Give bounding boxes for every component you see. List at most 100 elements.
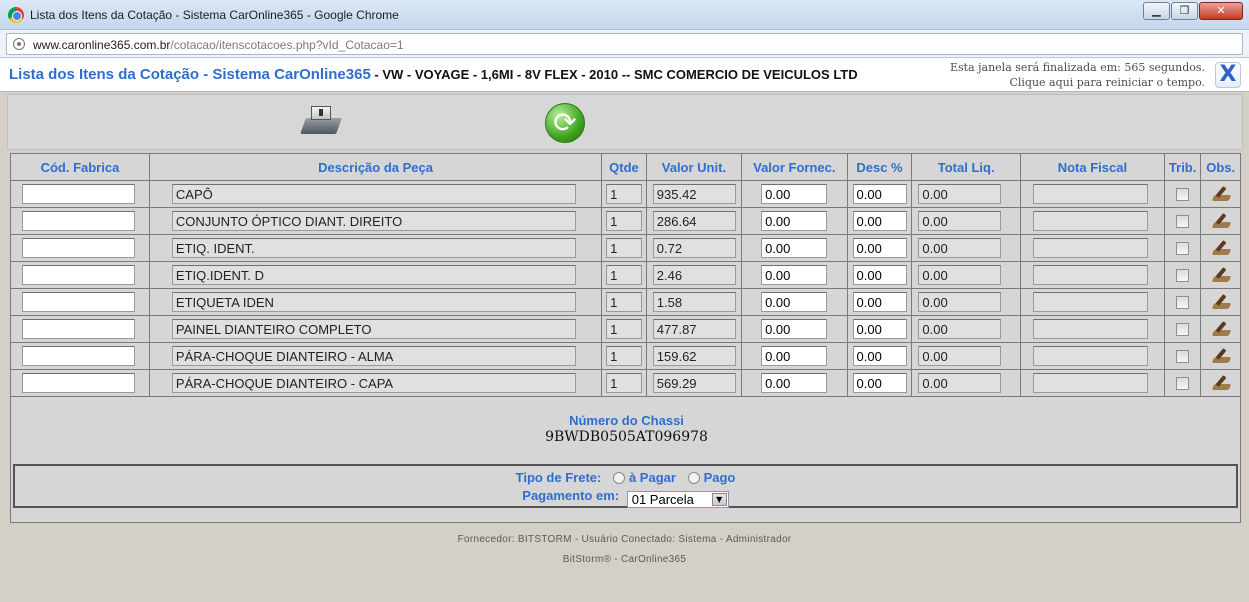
descricao-field: CONJUNTO ÓPTICO DIANT. DIREITO [171, 211, 576, 231]
table-row: ETIQ. IDENT. 1 0.72 0.00 0.00 0.00 [10, 234, 1241, 262]
cod-fabrica-input[interactable] [22, 211, 135, 231]
col-total-liq: Total Liq. [911, 153, 1021, 181]
valor-fornec-input[interactable]: 0.00 [761, 346, 828, 366]
col-valor-unit: Valor Unit. [645, 153, 743, 181]
window-close-button[interactable]: ✕ [1199, 2, 1243, 20]
trib-checkbox[interactable] [1176, 187, 1190, 201]
nota-fiscal-field [1032, 238, 1148, 258]
col-valor-fornec: Valor Fornec. [741, 153, 848, 181]
valor-fornec-input[interactable]: 0.00 [761, 211, 828, 231]
table-row: PÁRA-CHOQUE DIANTEIRO - ALMA 1 159.62 0.… [10, 342, 1241, 370]
descricao-field: PAINEL DIANTEIRO COMPLETO [171, 319, 576, 339]
valor-fornec-input[interactable]: 0.00 [761, 265, 828, 285]
obs-edit-icon[interactable] [1210, 374, 1232, 392]
total-liq-field: 0.00 [918, 265, 1002, 285]
obs-edit-icon[interactable] [1210, 212, 1232, 230]
desc-pct-input[interactable]: 0.00 [852, 319, 907, 339]
nota-fiscal-field [1032, 319, 1148, 339]
session-timer[interactable]: Esta janela será finalizada em: 565 segu… [950, 60, 1205, 90]
minimize-button[interactable]: ▁ [1143, 2, 1170, 20]
nota-fiscal-field [1032, 292, 1148, 312]
refresh-icon[interactable] [545, 103, 585, 143]
nota-fiscal-field [1032, 184, 1148, 204]
window-titlebar: Lista dos Itens da Cotação - Sistema Car… [0, 0, 1249, 30]
valor-unit-field: 0.72 [652, 238, 736, 258]
valor-fornec-input[interactable]: 0.00 [761, 184, 828, 204]
obs-edit-icon[interactable] [1210, 293, 1232, 311]
col-nota-fiscal: Nota Fiscal [1019, 153, 1165, 181]
frete-pago-radio[interactable] [687, 472, 700, 484]
qtde-field: 1 [606, 373, 643, 393]
descricao-field: CAPÔ [171, 184, 576, 204]
descricao-field: PÁRA-CHOQUE DIANTEIRO - CAPA [171, 373, 576, 393]
cod-fabrica-input[interactable] [22, 346, 135, 366]
url-text[interactable]: www.caronline365.com.br/cotacao/itenscot… [33, 38, 404, 52]
valor-fornec-input[interactable]: 0.00 [761, 373, 828, 393]
obs-edit-icon[interactable] [1210, 266, 1232, 284]
total-liq-field: 0.00 [918, 319, 1002, 339]
desc-pct-input[interactable]: 0.00 [852, 184, 907, 204]
items-table-container: Cód. Fabrica Descrição da Peça Qtde Valo… [10, 153, 1241, 397]
page-info-icon[interactable] [13, 38, 25, 50]
toolbar [7, 94, 1243, 150]
desc-pct-input[interactable]: 0.00 [852, 211, 907, 231]
col-qtde: Qtde [601, 153, 647, 181]
obs-edit-icon[interactable] [1210, 239, 1232, 257]
valor-fornec-input[interactable]: 0.00 [761, 238, 828, 258]
save-icon[interactable] [299, 104, 343, 140]
total-liq-field: 0.00 [918, 211, 1002, 231]
frete-a-pagar-label[interactable]: à Pagar [629, 470, 676, 485]
cod-fabrica-input[interactable] [22, 319, 135, 339]
chevron-down-icon[interactable]: ▼ [711, 493, 727, 506]
desc-pct-input[interactable]: 0.00 [852, 373, 907, 393]
col-descricao: Descrição da Peça [148, 153, 603, 181]
chassi-value: 9BWDB0505AT096978 [545, 429, 708, 445]
col-cod-fabrica: Cód. Fabrica [10, 153, 150, 181]
obs-edit-icon[interactable] [1210, 320, 1232, 338]
valor-fornec-input[interactable]: 0.00 [761, 292, 828, 312]
nota-fiscal-field [1032, 265, 1148, 285]
frete-box: Tipo de Frete: à Pagar Pago Pagamento em… [13, 464, 1238, 508]
chassi-label: Número do Chassi [569, 413, 684, 428]
vehicle-info: - VW - VOYAGE - 1,6MI - 8V FLEX - 2010 -… [370, 67, 858, 82]
obs-edit-icon[interactable] [1210, 185, 1232, 203]
omnibox[interactable]: www.caronline365.com.br/cotacao/itenscot… [6, 33, 1243, 55]
qtde-field: 1 [606, 211, 643, 231]
desc-pct-input[interactable]: 0.00 [852, 292, 907, 312]
cod-fabrica-input[interactable] [22, 373, 135, 393]
timer-restart-link[interactable]: Clique aqui para reiniciar o tempo. [950, 75, 1205, 90]
qtde-field: 1 [606, 184, 643, 204]
trib-checkbox[interactable] [1176, 322, 1190, 336]
desc-pct-input[interactable]: 0.00 [852, 238, 907, 258]
qtde-field: 1 [606, 319, 643, 339]
trib-checkbox[interactable] [1176, 349, 1190, 363]
frete-row: Tipo de Frete: à Pagar Pago [15, 470, 1236, 485]
trib-checkbox[interactable] [1176, 268, 1190, 282]
col-trib: Trib. [1163, 153, 1202, 181]
chrome-logo-icon [8, 7, 24, 23]
cod-fabrica-input[interactable] [22, 292, 135, 312]
col-obs: Obs. [1200, 153, 1241, 181]
frete-a-pagar-radio[interactable] [612, 472, 625, 484]
restore-button[interactable]: ❐ [1171, 2, 1198, 20]
nota-fiscal-field [1032, 346, 1148, 366]
table-row: CONJUNTO ÓPTICO DIANT. DIREITO 1 286.64 … [10, 207, 1241, 235]
pagamento-select[interactable]: 01 Parcela ▼ [626, 491, 729, 508]
desc-pct-input[interactable]: 0.00 [852, 265, 907, 285]
frete-pago-label[interactable]: Pago [704, 470, 736, 485]
close-window-button[interactable]: X [1215, 62, 1241, 88]
trib-checkbox[interactable] [1176, 214, 1190, 228]
descricao-field: ETIQ.IDENT. D [171, 265, 576, 285]
qtde-field: 1 [606, 346, 643, 366]
obs-edit-icon[interactable] [1210, 347, 1232, 365]
cod-fabrica-input[interactable] [22, 265, 135, 285]
address-bar: www.caronline365.com.br/cotacao/itenscot… [0, 30, 1249, 58]
nota-fiscal-field [1032, 211, 1148, 231]
trib-checkbox[interactable] [1176, 295, 1190, 309]
desc-pct-input[interactable]: 0.00 [852, 346, 907, 366]
valor-fornec-input[interactable]: 0.00 [761, 319, 828, 339]
trib-checkbox[interactable] [1176, 376, 1190, 390]
trib-checkbox[interactable] [1176, 241, 1190, 255]
cod-fabrica-input[interactable] [22, 238, 135, 258]
cod-fabrica-input[interactable] [22, 184, 135, 204]
